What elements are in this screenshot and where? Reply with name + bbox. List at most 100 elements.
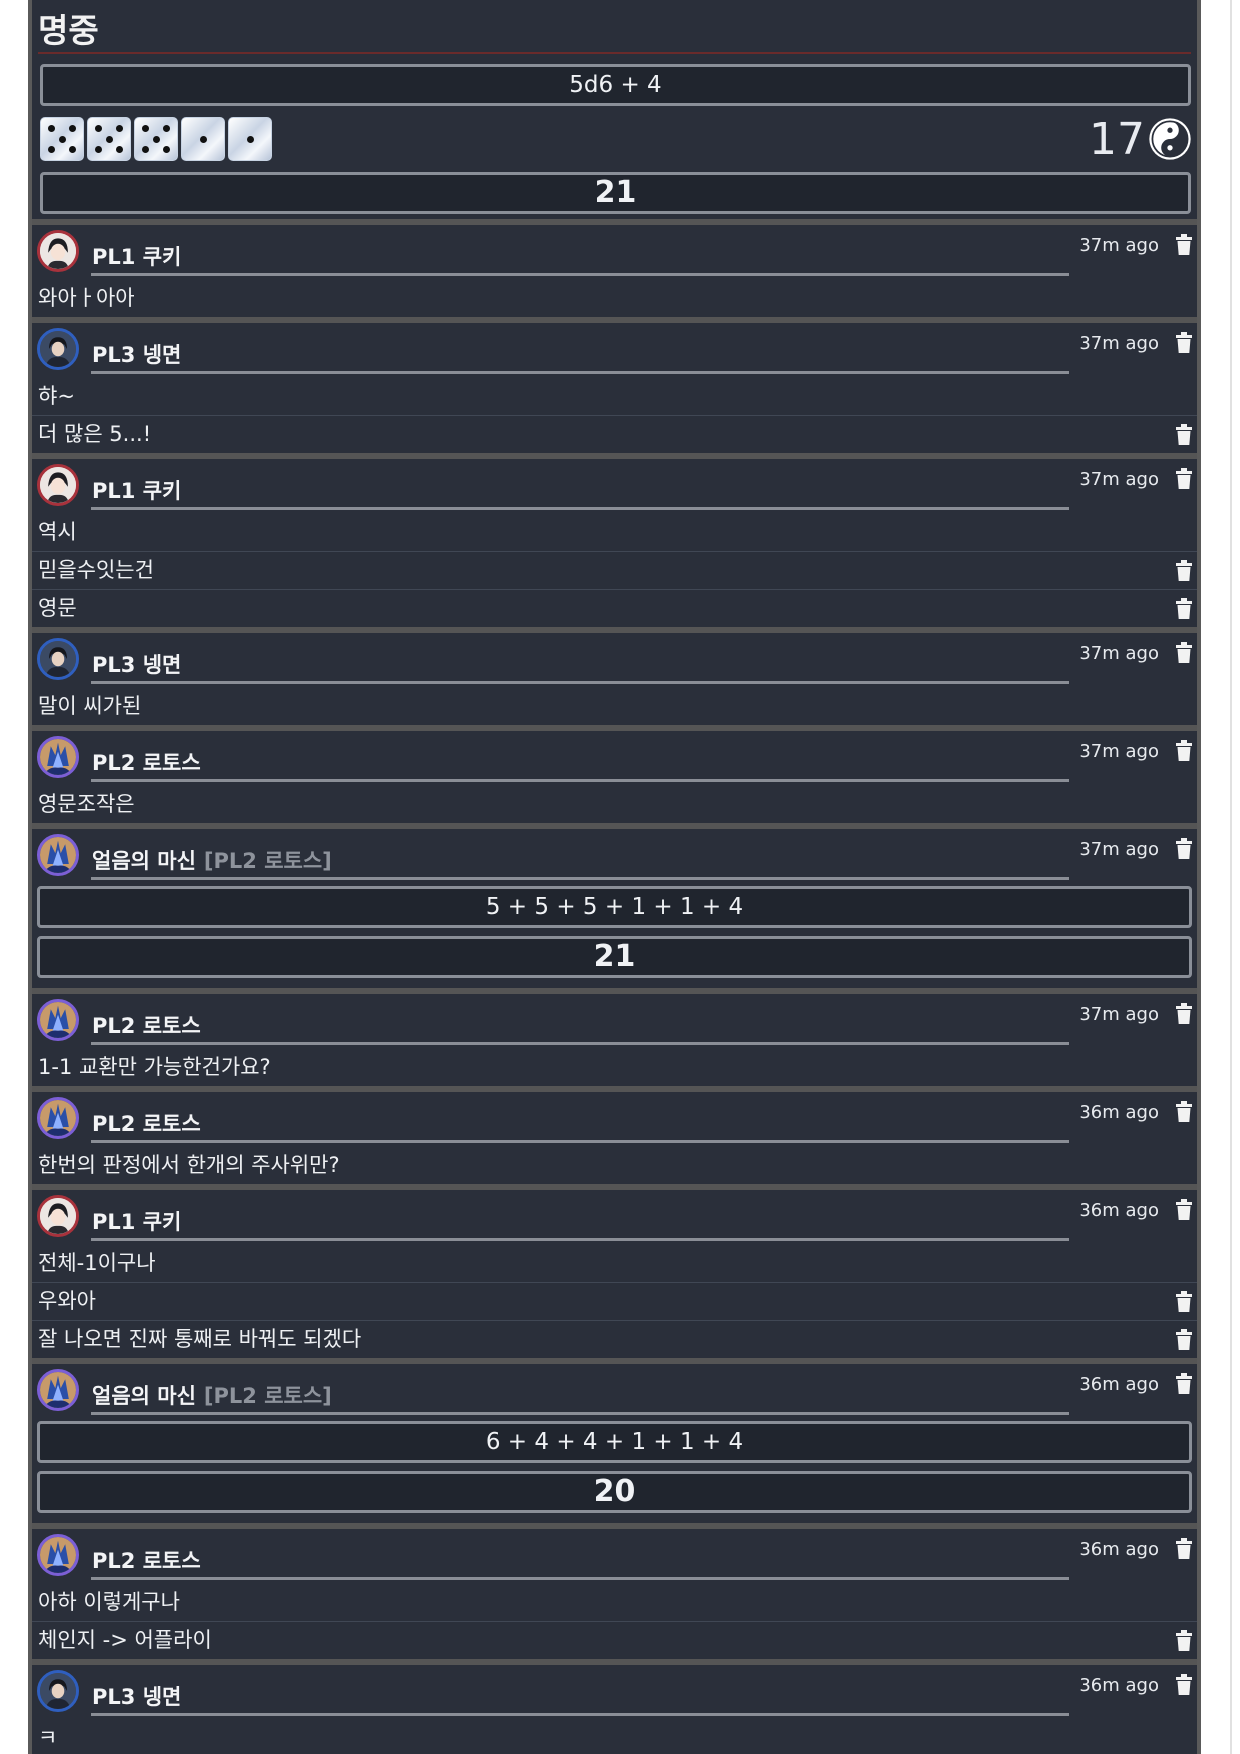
trash-icon[interactable]: [1175, 642, 1193, 664]
sender-name: PL3 넹면: [92, 339, 181, 369]
message-body: ㅋ: [38, 1726, 58, 1750]
timestamp: 36m ago: [1079, 1539, 1159, 1560]
roll-total: 20: [37, 1471, 1192, 1513]
avatar[interactable]: [37, 638, 79, 680]
sender-label: PL3 넹면: [92, 653, 182, 677]
message-text: 와아ㅏ아아: [32, 280, 1197, 317]
message-header: PL2 로토스 36m ago: [32, 1092, 1197, 1147]
avatar[interactable]: [37, 736, 79, 778]
name-underline: [91, 1577, 1069, 1580]
message-body: 역시: [38, 520, 77, 544]
name-underline: [91, 1412, 1069, 1415]
message-header: PL3 넹면 37m ago: [32, 323, 1197, 378]
timestamp: 37m ago: [1079, 741, 1159, 762]
message-group: PL1 쿠키 37m ago 역시 믿을수잇는건 영문: [32, 459, 1197, 633]
chat-log-panel: 명중 5d6 + 4 17 21 PL1 쿠키 37m ago 와아ㅏ아아 PL3 넹…: [28, 0, 1201, 1754]
message-text: 잘 나오면 진짜 통째로 바꿔도 되겠다: [32, 1320, 1197, 1358]
avatar[interactable]: [37, 1670, 79, 1712]
sender-name: 얼음의 마신 [PL2 로토스]: [92, 845, 332, 875]
message-header: PL3 넹면 37m ago: [32, 633, 1197, 688]
trash-icon[interactable]: [1175, 1674, 1193, 1696]
sender-label: PL2 로토스: [92, 1112, 201, 1136]
trash-icon[interactable]: [1175, 1101, 1193, 1123]
trash-icon[interactable]: [1175, 740, 1193, 762]
message-group: PL3 넹면 36m ago ㅋ: [32, 1665, 1197, 1754]
trash-icon[interactable]: [1175, 468, 1193, 490]
sender-name: PL3 넹면: [92, 1681, 181, 1711]
trash-icon[interactable]: [1175, 332, 1193, 354]
roll-result: 6 + 4 + 4 + 1 + 1 + 4 20: [32, 1419, 1197, 1523]
trash-icon[interactable]: [1175, 1373, 1193, 1395]
avatar[interactable]: [37, 464, 79, 506]
sender-alias: [PL2 로토스]: [203, 1384, 332, 1408]
message-body: 아하 이렇게구나: [38, 1590, 180, 1614]
message-group: PL2 로토스 37m ago 1-1 교환만 가능한건가요?: [32, 994, 1197, 1092]
roll-expression: 6 + 4 + 4 + 1 + 1 + 4: [37, 1421, 1192, 1463]
sender-name: PL1 쿠키: [92, 241, 181, 271]
avatar[interactable]: [37, 834, 79, 876]
dice-sum: 17: [1089, 114, 1145, 165]
trash-icon[interactable]: [1175, 424, 1193, 446]
trash-icon[interactable]: [1175, 1291, 1193, 1313]
message-body: 1-1 교환만 가능한건가요?: [38, 1055, 271, 1079]
trash-icon[interactable]: [1175, 1329, 1193, 1351]
trash-icon[interactable]: [1175, 598, 1193, 620]
name-underline: [91, 1238, 1069, 1241]
message-group: PL1 쿠키 36m ago 전체-1이구나 우와아 잘 나오면 진짜 통째로 바꿔도 …: [32, 1190, 1197, 1364]
name-underline: [91, 1713, 1069, 1716]
timestamp: 37m ago: [1079, 235, 1159, 256]
message-header: 얼음의 마신 [PL2 로토스] 37m ago: [32, 829, 1197, 884]
avatar[interactable]: [37, 999, 79, 1041]
message-text: 한번의 판정에서 한개의 주사위만?: [32, 1147, 1197, 1184]
dice-faces: [40, 117, 272, 161]
message-group: PL2 로토스 37m ago 영문조작은: [32, 731, 1197, 829]
yinyang-icon[interactable]: [1148, 117, 1192, 161]
trash-icon[interactable]: [1175, 838, 1193, 860]
message-body: 잘 나오면 진짜 통째로 바꿔도 되겠다: [38, 1327, 362, 1351]
name-underline: [91, 507, 1069, 510]
message-text: 영문: [32, 589, 1197, 627]
avatar[interactable]: [37, 1534, 79, 1576]
avatar[interactable]: [37, 230, 79, 272]
trash-icon[interactable]: [1175, 1538, 1193, 1560]
message-text: 아하 이렇게구나: [32, 1584, 1197, 1621]
message-header: PL2 로토스 37m ago: [32, 731, 1197, 786]
message-list: PL1 쿠키 37m ago 와아ㅏ아아 PL3 넹면 37m ago 햐~ 더 많은 5.…: [32, 225, 1197, 1754]
message-text: 햐~: [32, 378, 1197, 415]
message-text: 믿을수잇는건: [32, 551, 1197, 589]
sender-label: PL1 쿠키: [92, 1210, 182, 1234]
name-underline: [91, 273, 1069, 276]
timestamp: 36m ago: [1079, 1675, 1159, 1696]
roll-header: 명중 5d6 + 4 17 21: [32, 0, 1197, 225]
message-group: PL2 로토스 36m ago 아하 이렇게구나 체인지 -> 어플라이: [32, 1529, 1197, 1665]
avatar[interactable]: [37, 328, 79, 370]
die-face: [40, 117, 84, 161]
die-face: [228, 117, 272, 161]
trash-icon[interactable]: [1175, 560, 1193, 582]
message-text: 역시: [32, 514, 1197, 551]
trash-icon[interactable]: [1175, 1199, 1193, 1221]
message-header: 얼음의 마신 [PL2 로토스] 36m ago: [32, 1364, 1197, 1419]
avatar[interactable]: [37, 1369, 79, 1411]
trash-icon[interactable]: [1175, 1630, 1193, 1652]
sender-name: PL2 로토스: [92, 1545, 201, 1575]
message-text: 말이 씨가된: [32, 688, 1197, 725]
sender-label: PL2 로토스: [92, 1014, 201, 1038]
sender-label: PL3 넹면: [92, 1685, 182, 1709]
timestamp: 37m ago: [1079, 643, 1159, 664]
roll-expression: 5 + 5 + 5 + 1 + 1 + 4: [37, 886, 1192, 928]
sender-label: 얼음의 마신: [92, 849, 196, 873]
message-header: PL1 쿠키 37m ago: [32, 225, 1197, 280]
sender-label: 얼음의 마신: [92, 1384, 196, 1408]
trash-icon[interactable]: [1175, 234, 1193, 256]
message-body: 전체-1이구나: [38, 1251, 156, 1275]
sender-label: PL1 쿠키: [92, 245, 182, 269]
message-text: ㅋ: [32, 1720, 1197, 1754]
roll-title: 명중: [38, 11, 99, 50]
message-text: 우와아: [32, 1282, 1197, 1320]
die-face: [134, 117, 178, 161]
timestamp: 37m ago: [1079, 1004, 1159, 1025]
trash-icon[interactable]: [1175, 1003, 1193, 1025]
avatar[interactable]: [37, 1195, 79, 1237]
avatar[interactable]: [37, 1097, 79, 1139]
